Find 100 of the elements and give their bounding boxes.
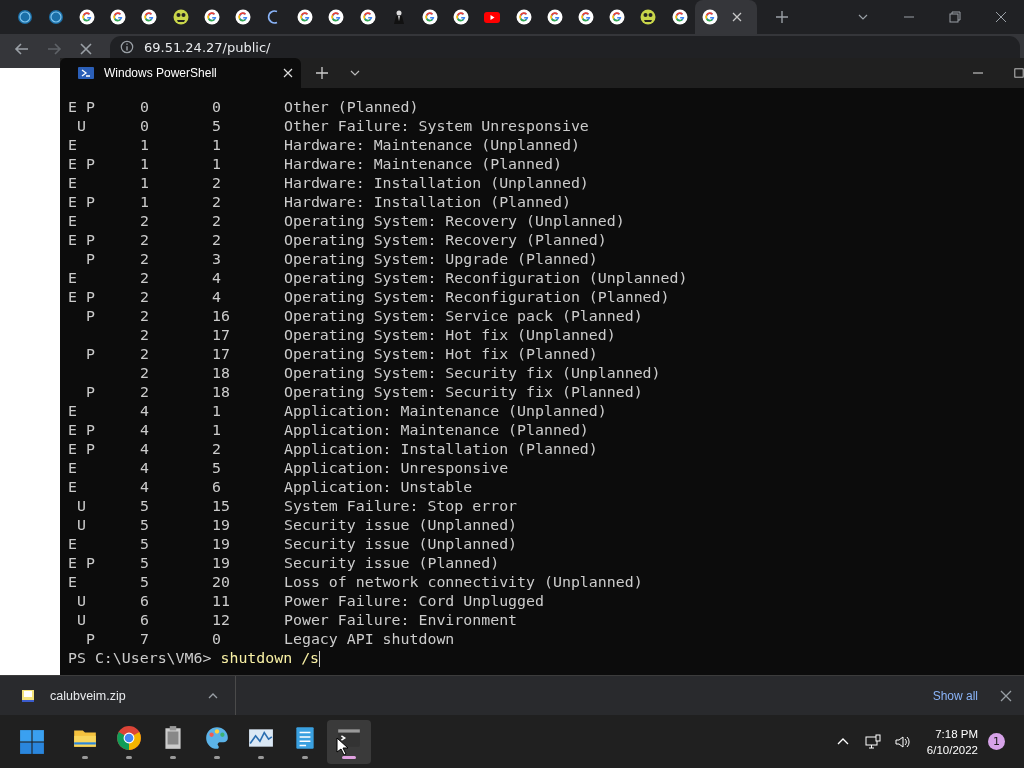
browser-tab[interactable] (695, 0, 758, 34)
minor-code: 20 (212, 573, 231, 592)
minor-code: 1 (212, 136, 222, 155)
info-icon (120, 40, 134, 54)
mouse-pointer-icon (336, 737, 348, 755)
minor-code: 2 (212, 440, 222, 459)
flag-text: P (84, 307, 96, 326)
major-code: 1 (140, 155, 150, 174)
taskbar-app[interactable] (327, 719, 371, 764)
minor-code: 2 (212, 193, 222, 212)
minor-code: 0 (212, 98, 222, 117)
minor-code: 2 (212, 231, 222, 250)
major-code: 1 (140, 174, 150, 193)
minor-code: 18 (212, 364, 231, 383)
new-tab-icon[interactable] (775, 10, 790, 24)
close-tab-icon[interactable] (283, 68, 293, 78)
major-code: 0 (140, 117, 150, 136)
major-code: 2 (140, 212, 150, 231)
major-code: 2 (140, 269, 150, 288)
flag-text: E (68, 269, 78, 288)
flag-text: E P (68, 440, 96, 459)
show-all-link[interactable]: Show all (932, 688, 978, 703)
minor-code: 19 (212, 554, 231, 573)
flag-text: E (68, 459, 78, 478)
network-icon[interactable] (864, 733, 881, 750)
terminal-tab[interactable]: Windows PowerShell (60, 58, 301, 88)
text-cursor (319, 650, 321, 667)
reason-text: Operating System: Recovery (Planned) (284, 231, 608, 250)
flag-text: U (75, 516, 87, 535)
reason-text: Operating System: Hot fix (Planned) (284, 345, 599, 364)
g-logo-icon (453, 9, 470, 25)
notification-badge[interactable]: 1 (988, 733, 1005, 750)
close-tab-icon[interactable] (732, 12, 743, 22)
reason-text: System Failure: Stop error (284, 497, 519, 516)
major-code: 1 (140, 193, 150, 212)
minor-code: 5 (212, 117, 222, 136)
reason-text: Operating System: Recovery (Unplanned) (284, 212, 626, 231)
date-text: 6/10/2022 (926, 742, 978, 758)
major-code: 5 (140, 497, 150, 516)
reason-text: Operating System: Hot fix (Unplanned) (284, 326, 617, 345)
major-code: 2 (140, 383, 150, 402)
minor-code: 19 (212, 535, 231, 554)
minor-code: 1 (212, 402, 222, 421)
minor-code: 15 (212, 497, 231, 516)
major-code: 4 (140, 459, 150, 478)
url-text: 69.51.24.27/public/ (144, 39, 271, 55)
reason-text: Hardware: Maintenance (Planned) (284, 155, 563, 174)
g-logo-icon (515, 9, 532, 25)
minor-code: 1 (212, 421, 222, 440)
g-logo-icon (577, 9, 594, 25)
reason-text: Application: Maintenance (Unplanned) (284, 402, 608, 421)
flag-text: E (68, 573, 78, 592)
g-logo-icon (297, 9, 314, 25)
g-logo-icon (671, 9, 688, 25)
circle-logo-icon (16, 9, 33, 25)
g-logo-icon (422, 9, 439, 25)
volume-icon[interactable] (894, 733, 911, 750)
flag-text: U (75, 497, 87, 516)
g-logo-icon (359, 9, 376, 25)
address-bar[interactable]: 69.51.24.27/public/ (110, 36, 1020, 58)
reason-text: Hardware: Installation (Unplanned) (284, 174, 590, 193)
flag-text: E P (68, 554, 96, 573)
reason-text: Application: Maintenance (Planned) (284, 421, 590, 440)
major-code: 2 (140, 307, 150, 326)
reason-text: Operating System: Security fix (Planned) (284, 383, 644, 402)
back-icon[interactable] (14, 41, 30, 57)
archive-icon (20, 687, 36, 704)
major-code: 7 (140, 630, 150, 649)
stop-icon[interactable] (78, 41, 94, 57)
clock[interactable]: 7:18 PM 6/10/2022 (926, 725, 978, 758)
close-icon[interactable] (1000, 689, 1012, 702)
flag-text: E P (68, 231, 96, 250)
major-code: 5 (140, 535, 150, 554)
minor-code: 17 (212, 326, 231, 345)
g-logo-icon (546, 9, 563, 25)
new-tab-icon[interactable] (315, 66, 329, 80)
minor-code: 18 (212, 383, 231, 402)
minor-code: 16 (212, 307, 231, 326)
major-code: 4 (140, 402, 150, 421)
flag-text: E (68, 535, 78, 554)
minor-code: 2 (212, 174, 222, 193)
flag-text: E (68, 402, 78, 421)
reason-text: Security issue (Planned) (284, 554, 501, 573)
flag-text: P (84, 383, 96, 402)
close-icon[interactable] (995, 11, 1007, 23)
reason-text: Hardware: Maintenance (Unplanned) (284, 136, 581, 155)
maximize-icon[interactable] (1014, 67, 1024, 79)
flag-text: E P (68, 288, 96, 307)
restore-icon[interactable] (949, 11, 961, 23)
flag-text: U (75, 117, 87, 136)
minor-code: 3 (212, 250, 222, 269)
major-code: 2 (140, 345, 150, 364)
flag-text: E (68, 174, 78, 193)
g-logo-icon (141, 9, 158, 25)
major-code: 2 (140, 288, 150, 307)
g-logo-icon (203, 9, 220, 25)
windows-logo-icon[interactable] (19, 728, 45, 755)
g-logo-icon (78, 9, 95, 25)
reason-text: Application: Installation (Planned) (284, 440, 599, 459)
flag-text: E (68, 136, 78, 155)
